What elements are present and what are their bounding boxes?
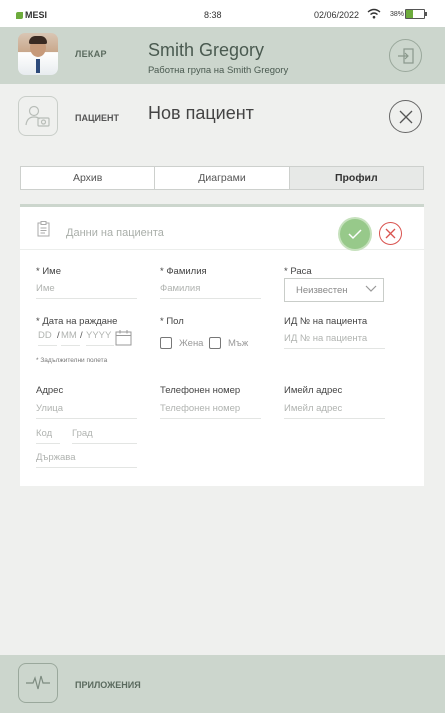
dob-separator-1: / bbox=[57, 330, 60, 341]
gender-label: * Пол bbox=[160, 316, 184, 327]
city-input[interactable]: Град bbox=[72, 428, 137, 444]
first-name-label: * Име bbox=[36, 266, 61, 277]
country-input[interactable]: Държава bbox=[36, 452, 137, 468]
form-title: Данни на пациента bbox=[66, 227, 164, 239]
patient-header: ПАЦИЕНТ Нов пациент bbox=[0, 84, 445, 146]
clock: 8:38 bbox=[204, 10, 222, 20]
dob-year-input[interactable]: YYYY bbox=[86, 330, 114, 346]
female-checkbox[interactable] bbox=[160, 337, 172, 349]
patient-camera-icon bbox=[25, 105, 50, 127]
address-label: Адрес bbox=[36, 385, 64, 396]
required-fields-note: * Задължителни полета bbox=[36, 357, 108, 364]
clipboard-icon bbox=[37, 221, 50, 237]
doctor-avatar[interactable] bbox=[18, 33, 58, 75]
wifi-icon bbox=[367, 8, 381, 19]
race-label: * Раса bbox=[284, 266, 312, 277]
doctor-name: Smith Gregory bbox=[148, 40, 265, 60]
male-checkbox[interactable] bbox=[209, 337, 221, 349]
dob-label: * Дата на раждане bbox=[36, 316, 118, 327]
last-name-input[interactable]: Фамилия bbox=[160, 283, 261, 299]
phone-label: Телефонен номер bbox=[160, 385, 241, 396]
checkmark-icon bbox=[348, 229, 362, 240]
status-bar: MESI 8:38 02/06/2022 38% bbox=[0, 0, 445, 27]
race-value: Неизвестен bbox=[296, 285, 348, 296]
calendar-icon[interactable] bbox=[115, 329, 132, 346]
last-name-label: * Фамилия bbox=[160, 266, 207, 277]
patient-id-label: ИД № на пациента bbox=[284, 316, 368, 327]
logout-icon bbox=[397, 47, 414, 64]
dob-separator-2: / bbox=[80, 330, 83, 341]
chevron-down-icon bbox=[365, 285, 377, 292]
close-button[interactable] bbox=[389, 100, 422, 133]
doctor-role-label: ЛЕКАР bbox=[75, 49, 107, 59]
doctor-header: ЛЕКАР Smith Gregory Работна група на Smi… bbox=[0, 27, 445, 84]
confirm-button[interactable] bbox=[340, 219, 370, 249]
patient-photo-button[interactable] bbox=[18, 96, 58, 136]
cancel-button[interactable] bbox=[379, 222, 402, 245]
logout-button[interactable] bbox=[389, 39, 422, 72]
page-title: Нов пациент bbox=[148, 103, 254, 123]
male-label: Мъж bbox=[228, 338, 249, 349]
email-input[interactable]: Имейл адрес bbox=[284, 403, 385, 419]
female-label: Жена bbox=[179, 338, 204, 349]
doctor-workgroup: Работна група на Smith Gregory bbox=[148, 65, 289, 76]
patient-form: Данни на пациента * Име Име * Фамилия Фа… bbox=[20, 204, 424, 486]
cancel-x-icon bbox=[385, 228, 396, 239]
form-header: Данни на пациента bbox=[20, 207, 424, 250]
tab-profile[interactable]: Профил bbox=[289, 167, 423, 189]
bottom-bar: ПРИЛОЖЕНИЯ bbox=[0, 655, 445, 713]
phone-input[interactable]: Телефонен номер bbox=[160, 403, 261, 419]
heartbeat-icon bbox=[26, 675, 50, 690]
tab-charts[interactable]: Диаграми bbox=[155, 167, 290, 189]
race-select[interactable]: Неизвестен bbox=[284, 278, 384, 302]
close-icon bbox=[399, 110, 412, 123]
zip-input[interactable]: Код bbox=[36, 428, 60, 444]
brand-logo: MESI bbox=[16, 10, 47, 20]
battery-percent: 38% bbox=[390, 11, 405, 18]
patient-role-label: ПАЦИЕНТ bbox=[75, 113, 120, 123]
patient-id-input[interactable]: ИД № на пациента bbox=[284, 333, 385, 349]
tab-bar: Архив Диаграми Профил bbox=[20, 166, 424, 190]
battery-icon bbox=[405, 9, 427, 19]
leaf-icon bbox=[16, 11, 23, 19]
date: 02/06/2022 bbox=[314, 10, 360, 20]
apps-label: ПРИЛОЖЕНИЯ bbox=[75, 680, 141, 690]
dob-day-input[interactable]: DD bbox=[38, 330, 57, 346]
dob-month-input[interactable]: MM bbox=[61, 330, 80, 346]
apps-button[interactable] bbox=[18, 663, 58, 703]
brand-name: MESI bbox=[25, 10, 48, 20]
first-name-input[interactable]: Име bbox=[36, 283, 137, 299]
email-label: Имейл адрес bbox=[284, 385, 343, 396]
street-input[interactable]: Улица bbox=[36, 403, 137, 419]
tab-archive[interactable]: Архив bbox=[21, 167, 156, 189]
